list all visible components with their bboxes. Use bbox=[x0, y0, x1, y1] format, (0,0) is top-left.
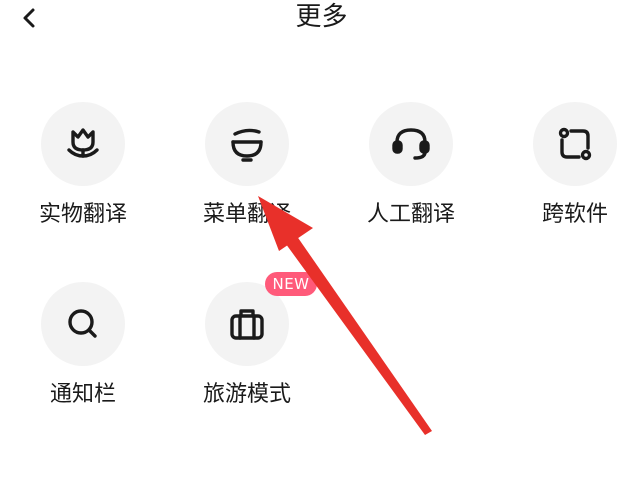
tile-label: 人工翻译 bbox=[366, 202, 455, 227]
page-title: 更多 bbox=[295, 2, 348, 32]
tile-label: 旅游模式 bbox=[202, 382, 291, 407]
tile-label: 跨软件 bbox=[541, 202, 608, 227]
tile-icon-circle bbox=[41, 282, 125, 366]
cross-app-icon bbox=[558, 127, 592, 161]
noodle-bowl-icon bbox=[231, 128, 263, 162]
tile-human-translate[interactable]: 人工翻译 bbox=[346, 102, 476, 242]
tile-object-translate[interactable]: 实物翻译 bbox=[18, 102, 148, 242]
tile-icon-circle bbox=[205, 102, 289, 186]
tile-label: 通知栏 bbox=[49, 382, 116, 407]
tile-icon-circle bbox=[369, 102, 453, 186]
chevron-left-icon bbox=[23, 8, 35, 28]
search-icon bbox=[68, 309, 97, 338]
suitcase-icon bbox=[230, 309, 264, 340]
tile-cross-app[interactable]: 跨软件 bbox=[510, 102, 640, 242]
new-badge: NEW bbox=[265, 272, 317, 296]
tile-notification-bar[interactable]: 通知栏 bbox=[18, 282, 148, 422]
tile-icon-circle bbox=[41, 102, 125, 186]
headset-icon bbox=[392, 128, 430, 160]
back-button[interactable] bbox=[14, 2, 46, 34]
tile-travel-mode[interactable]: 旅游模式 bbox=[182, 282, 312, 422]
tile-menu-translate[interactable]: 菜单翻译 bbox=[182, 102, 312, 242]
tulip-icon bbox=[67, 128, 99, 158]
tile-icon-circle bbox=[533, 102, 617, 186]
header: 更多 bbox=[0, 0, 643, 40]
tile-label: 实物翻译 bbox=[38, 202, 127, 227]
tile-label: 菜单翻译 bbox=[202, 202, 291, 227]
